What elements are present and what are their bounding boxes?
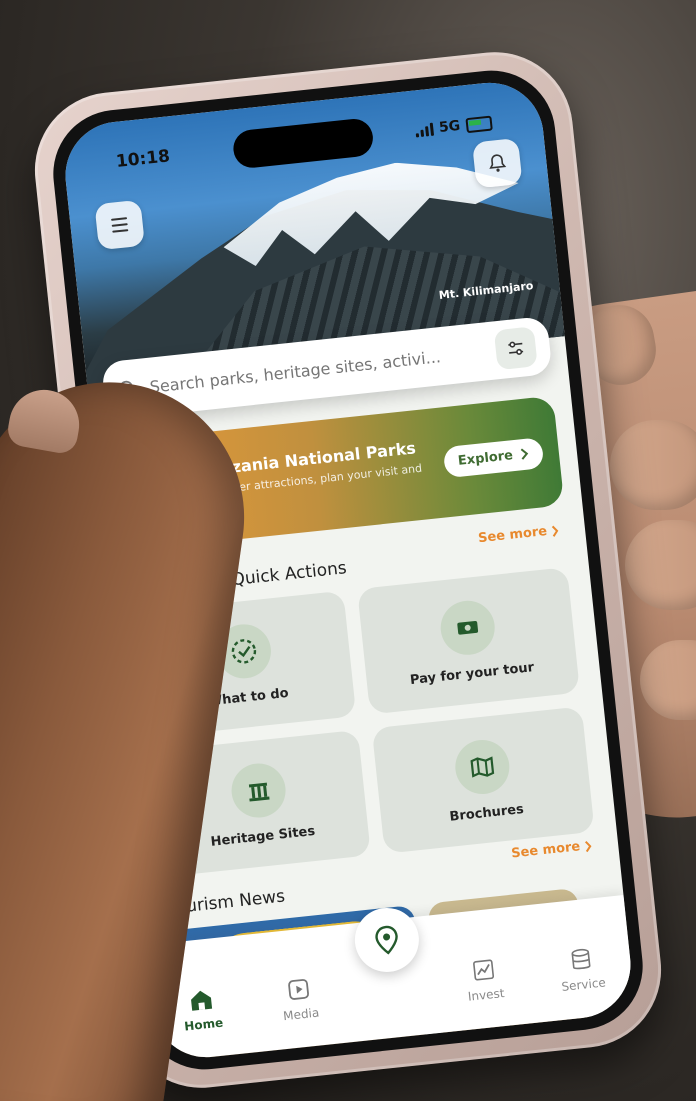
menu-icon [111, 217, 129, 233]
filter-button[interactable] [493, 326, 538, 371]
chart-icon [473, 959, 495, 981]
scene: Mt. Kilimanjaro 10:18 5G Search parks, h… [0, 0, 696, 1101]
notifications-button[interactable] [472, 137, 523, 189]
quick-action-brochures[interactable]: Brochures [371, 706, 595, 854]
location-pin-icon [375, 925, 398, 955]
home-icon [191, 990, 213, 1011]
battery-icon [465, 115, 493, 133]
network-label: 5G [438, 117, 462, 137]
explore-label: Explore [457, 447, 514, 469]
explore-button[interactable]: Explore [442, 436, 545, 478]
tab-label: Media [282, 1005, 320, 1024]
chevron-right-icon [551, 525, 559, 537]
quick-action-label: Heritage Sites [209, 823, 316, 850]
see-more-label: See more [510, 839, 581, 862]
see-more-label: See more [477, 524, 548, 547]
tab-label: Service [560, 975, 607, 994]
signal-icon [415, 122, 434, 138]
quick-action-label: Pay for your tour [409, 659, 535, 688]
chevron-right-icon [520, 448, 529, 460]
tab-label: Home [183, 1015, 224, 1034]
tab-media[interactable]: Media [263, 974, 337, 1025]
map-icon [452, 736, 512, 797]
tab-label: Invest [467, 986, 506, 1004]
tab-invest[interactable]: Invest [447, 954, 521, 1005]
monument-icon [228, 760, 288, 820]
tab-service[interactable]: Service [545, 944, 619, 995]
news-see-more[interactable]: See more [511, 838, 593, 861]
media-icon [288, 979, 309, 1000]
finger-2 [610, 420, 696, 510]
money-icon [437, 597, 497, 658]
quick-action-pay-tour[interactable]: Pay for your tour [357, 567, 581, 715]
bell-icon [489, 154, 507, 172]
quick-action-label: Brochures [448, 801, 525, 825]
database-icon [571, 948, 591, 970]
chevron-right-icon [584, 840, 592, 852]
tab-spacer [365, 1008, 425, 1014]
menu-button[interactable] [94, 199, 145, 251]
quick-actions-see-more[interactable]: See more [477, 523, 559, 546]
sliders-icon [508, 341, 524, 355]
